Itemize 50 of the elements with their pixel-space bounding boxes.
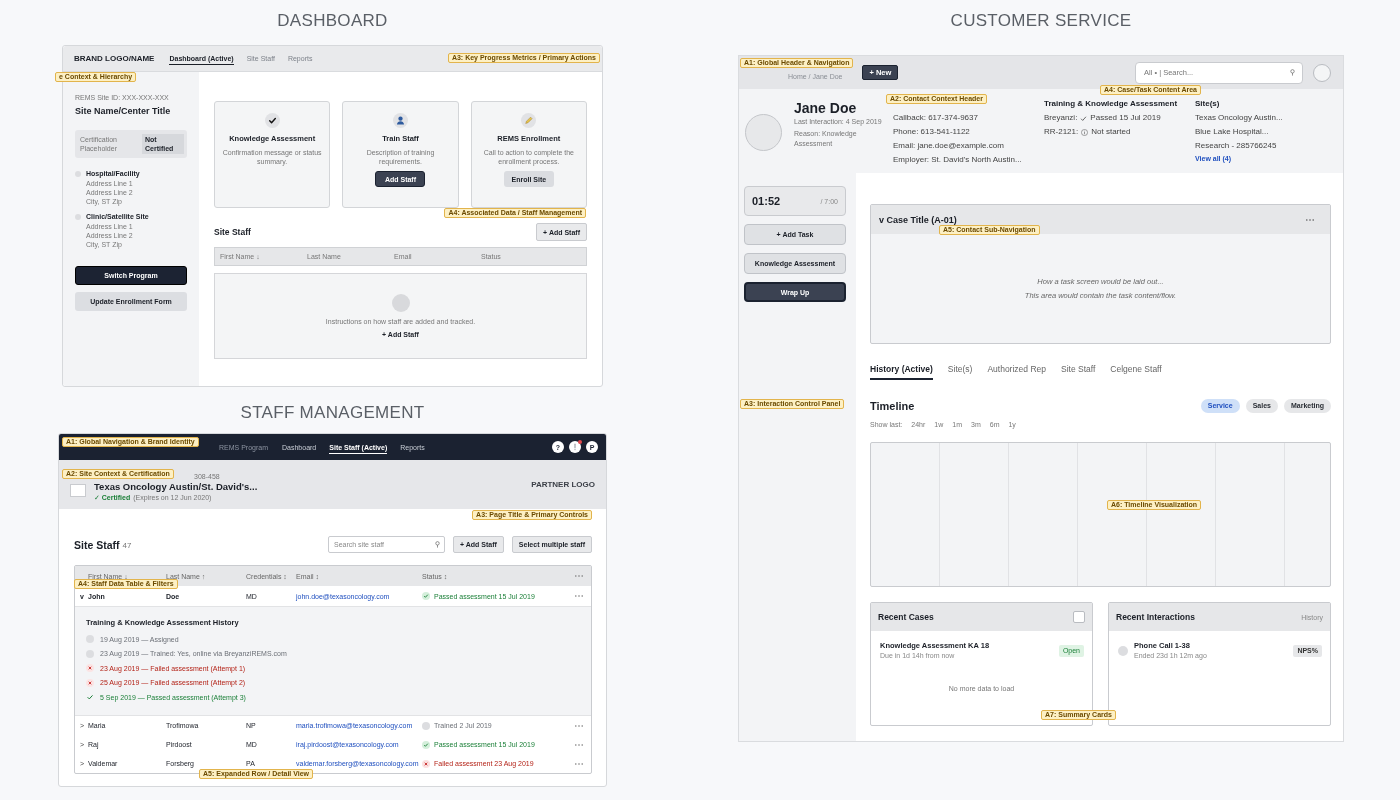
contact-detail: Phone: 613-541-1122 bbox=[893, 126, 971, 138]
staff-count: 47 bbox=[122, 541, 132, 550]
search-icon bbox=[434, 541, 440, 548]
contact-name: Jane Doe bbox=[794, 99, 858, 117]
brand-name: BRAND LOGO/NAME bbox=[74, 54, 155, 63]
check-icon bbox=[264, 113, 280, 128]
site-name: Blue Lake Hospital... bbox=[1195, 126, 1270, 138]
column-heading: Training & Knowledge Assessment bbox=[1044, 98, 1179, 110]
column-heading: Site(s) bbox=[1195, 98, 1221, 110]
page-title: Site Staff bbox=[74, 538, 120, 551]
circle-icon bbox=[1118, 645, 1128, 656]
card-title: Recent Cases bbox=[878, 612, 934, 622]
logo-placeholder bbox=[70, 484, 86, 497]
product-name: RR-2121: bbox=[1044, 126, 1079, 138]
content-tab[interactable]: History (Active) bbox=[870, 363, 933, 380]
avatar-circle-icon bbox=[745, 114, 782, 151]
content-tab[interactable]: Celgene Staff bbox=[1110, 363, 1162, 380]
alert-icon[interactable] bbox=[569, 441, 581, 453]
site-name: Texas Oncology Austin/St. David's... bbox=[94, 481, 258, 493]
site-name: Site Name/Center Title bbox=[75, 105, 172, 117]
more-icon[interactable] bbox=[575, 724, 583, 727]
more-icon[interactable] bbox=[575, 762, 583, 765]
content-tab[interactable]: Authorized Rep bbox=[987, 363, 1046, 380]
contact-detail: Employer: St. David's North Austin... bbox=[893, 154, 1023, 166]
site-name: Research - 285766245 bbox=[1195, 140, 1278, 152]
section-heading: CUSTOMER SERVICE bbox=[949, 10, 1133, 32]
search-icon bbox=[1290, 68, 1295, 76]
checkbox[interactable] bbox=[1073, 611, 1085, 623]
person-icon bbox=[393, 113, 408, 128]
contact-detail: Email: jane.doe@example.com bbox=[893, 140, 1005, 152]
content-tab[interactable]: Site(s) bbox=[947, 363, 973, 380]
product-name: Breyanzi: bbox=[1044, 112, 1078, 124]
elapsed-time: 01:52 bbox=[752, 195, 781, 207]
section-heading: DASHBOARD bbox=[276, 10, 389, 32]
section-heading: STAFF MANAGEMENT bbox=[239, 402, 426, 424]
more-icon[interactable] bbox=[575, 743, 583, 746]
placeholder-circle-icon bbox=[391, 294, 410, 312]
pencil-icon bbox=[521, 113, 537, 128]
training-status: Not started bbox=[1091, 126, 1131, 138]
timeline-title: Timeline bbox=[870, 399, 915, 412]
case-title[interactable]: v Case Title (A-01) bbox=[879, 214, 957, 225]
site-name: Texas Oncology Austin... bbox=[1195, 112, 1284, 124]
more-icon[interactable] bbox=[1306, 218, 1314, 221]
contact-detail: Callback: 617-374-9637 bbox=[893, 112, 979, 124]
card-title: Recent Interactions bbox=[1116, 612, 1195, 622]
training-status: Passed 15 Jul 2019 bbox=[1090, 112, 1161, 124]
content-tab[interactable]: Site Staff bbox=[1061, 363, 1096, 380]
avatar-circle-icon[interactable] bbox=[1313, 63, 1331, 82]
partner-logo: PARTNER LOGO bbox=[531, 480, 595, 489]
section-title: Site Staff bbox=[214, 227, 251, 237]
